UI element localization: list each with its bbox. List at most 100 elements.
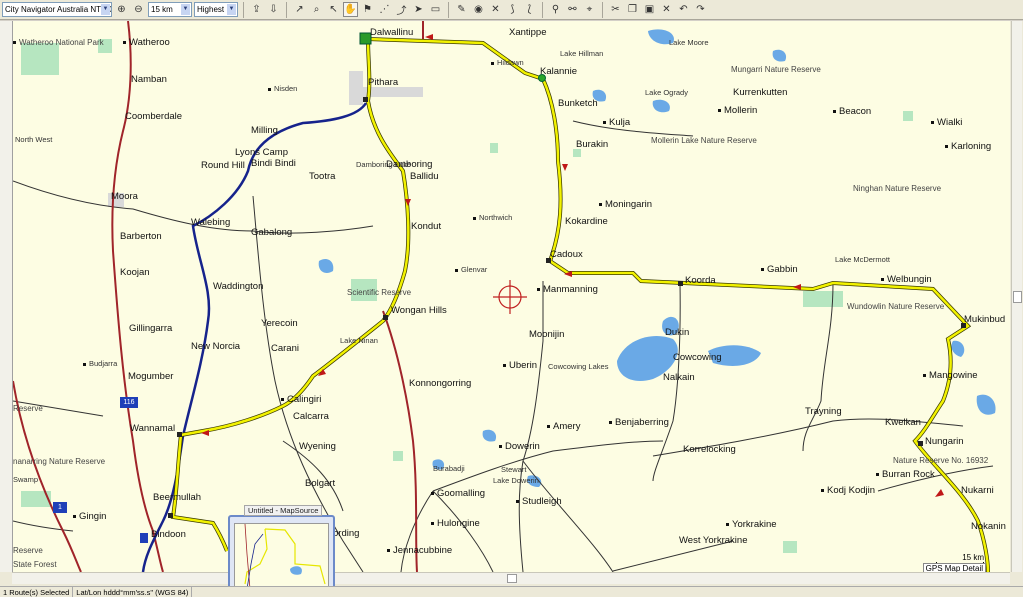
measure-tool-icon[interactable]: ▭ xyxy=(428,2,443,17)
place-label[interactable]: Watheroo National Park xyxy=(13,37,104,48)
place-label[interactable]: Kurrenkutten xyxy=(733,87,787,98)
place-label[interactable]: Lake Ogrady xyxy=(645,87,688,98)
place-label[interactable]: Moonijin xyxy=(529,329,564,340)
paste-icon[interactable]: ▣ xyxy=(642,2,657,17)
place-label[interactable]: Kodj Kodjin xyxy=(821,485,875,496)
place-label[interactable]: Benjaberring xyxy=(609,417,669,428)
place-label[interactable]: Beermullah xyxy=(153,492,201,503)
find-address-icon[interactable]: ⌖ xyxy=(582,2,597,17)
place-label[interactable]: Mollerin xyxy=(718,105,757,116)
place-label[interactable]: Gillingarra xyxy=(129,323,172,334)
place-label[interactable]: Wongan Hills xyxy=(391,305,447,316)
place-label[interactable]: Gabbin xyxy=(761,264,798,275)
place-label[interactable]: Manmanning xyxy=(537,284,598,295)
route-tool-icon[interactable]: ⋰ xyxy=(377,2,392,17)
place-label[interactable]: New Norcia xyxy=(191,341,240,352)
place-label[interactable]: Ballidu xyxy=(410,171,439,182)
vertical-scroll-thumb[interactable] xyxy=(1013,291,1022,303)
taskbar-thumbnail-preview[interactable]: Untitled - MapSource xyxy=(228,505,335,595)
place-label[interactable]: Milling xyxy=(251,125,278,136)
place-label[interactable]: Lyons Camp xyxy=(235,147,288,158)
place-label[interactable]: Gingin xyxy=(73,511,106,522)
place-label[interactable]: Nature Reserve No. 16932 xyxy=(893,455,988,466)
place-label[interactable]: Reserve xyxy=(13,403,43,414)
place-label[interactable]: Moora xyxy=(111,191,138,202)
place-label[interactable]: State Forest xyxy=(13,559,57,570)
place-label[interactable]: Tootra xyxy=(309,171,335,182)
place-label[interactable]: Stewart xyxy=(501,464,526,475)
place-label[interactable]: Konnongorring xyxy=(409,378,471,389)
place-label[interactable]: Reserve xyxy=(13,545,43,556)
place-label[interactable]: Mukinbud xyxy=(964,314,1005,325)
place-label[interactable]: Mangowine xyxy=(923,370,978,381)
place-label[interactable]: Lake Moore xyxy=(669,37,709,48)
waypoint-tool-icon[interactable]: ⚑ xyxy=(360,2,375,17)
zoom-out-icon[interactable]: ⊖ xyxy=(131,2,146,17)
detail-level-select[interactable]: Highest ▼ xyxy=(194,2,238,17)
place-label[interactable]: Barberton xyxy=(120,231,162,242)
place-label[interactable]: West Yorkrakine xyxy=(679,535,747,546)
place-label[interactable]: Calingiri xyxy=(281,394,321,405)
place-label[interactable]: Northwich xyxy=(473,212,512,223)
place-label[interactable]: Waddington xyxy=(213,281,263,292)
undo-icon[interactable]: ↶ xyxy=(676,2,691,17)
place-label[interactable]: Kondut xyxy=(411,221,441,232)
select-tool-icon[interactable]: ↖ xyxy=(326,2,341,17)
place-label[interactable]: Bindi Bindi xyxy=(251,158,296,169)
horizontal-scrollbar[interactable] xyxy=(12,572,1010,584)
place-label[interactable]: Kokardine xyxy=(565,216,608,227)
place-label[interactable]: Swamp xyxy=(13,474,38,485)
place-label[interactable]: Lake McDermott xyxy=(835,254,890,265)
place-label[interactable]: Nisden xyxy=(268,83,297,94)
place-label[interactable]: Hildawn xyxy=(491,57,524,68)
place-label[interactable]: Amery xyxy=(547,421,580,432)
place-label[interactable]: Jennacubbine xyxy=(387,545,452,556)
place-label[interactable]: Nalkain xyxy=(663,372,695,383)
place-label[interactable]: Mungarri Nature Reserve xyxy=(731,64,821,75)
place-label[interactable]: Carani xyxy=(271,343,299,354)
find-icon[interactable]: ⚲ xyxy=(548,2,563,17)
vertical-scrollbar[interactable] xyxy=(1011,21,1022,572)
place-label[interactable]: Mogumber xyxy=(128,371,173,382)
place-label[interactable]: Burakin xyxy=(576,139,608,150)
place-label[interactable]: Wundowlin Nature Reserve xyxy=(847,301,944,312)
place-label[interactable]: Kwelkan xyxy=(885,417,921,428)
receive-from-device-icon[interactable]: ⇩ xyxy=(266,2,281,17)
track-tool-icon[interactable]: ⤴ xyxy=(394,2,409,17)
place-label[interactable]: Scientific Reserve xyxy=(347,287,411,298)
place-label[interactable]: Glenvar xyxy=(455,264,487,275)
place-label[interactable]: Bunketch xyxy=(558,98,598,109)
place-label[interactable]: Burabadji xyxy=(433,463,465,474)
zoom-tool-icon[interactable]: ⌕ xyxy=(309,2,324,17)
place-label[interactable]: Cowcowing xyxy=(673,352,722,363)
place-label[interactable]: Yerecoin xyxy=(261,318,298,329)
place-label[interactable]: Hulongine xyxy=(431,518,480,529)
place-label[interactable]: Bolgart xyxy=(305,478,335,489)
place-label[interactable]: Dowerin xyxy=(499,441,540,452)
place-label[interactable]: Beacon xyxy=(833,106,871,117)
place-label[interactable]: Trayning xyxy=(805,406,842,417)
place-label[interactable]: Dukin xyxy=(665,327,689,338)
place-label[interactable]: Ninghan Nature Reserve xyxy=(853,183,941,194)
place-label[interactable]: North West xyxy=(15,134,52,145)
copy-icon[interactable]: ❐ xyxy=(625,2,640,17)
delete-icon[interactable]: ✕ xyxy=(659,2,674,17)
place-label[interactable]: Budjarra xyxy=(83,358,117,369)
place-label[interactable]: Goomalling xyxy=(431,488,485,499)
horizontal-scroll-thumb[interactable] xyxy=(507,574,517,583)
place-label[interactable]: Round Hill xyxy=(201,160,245,171)
find-nearest-icon[interactable]: ⚯ xyxy=(565,2,580,17)
place-label[interactable]: Welbungin xyxy=(881,274,932,285)
place-label[interactable]: Lake Ninan xyxy=(340,335,378,346)
place-label[interactable]: Nukarni xyxy=(961,485,994,496)
place-label[interactable]: Gabalong xyxy=(251,227,292,238)
waypoint-color-icon[interactable]: ◉ xyxy=(471,2,486,17)
map-tool-icon[interactable]: ↗ xyxy=(292,2,307,17)
place-label[interactable]: Wyening xyxy=(299,441,336,452)
zoom-scale-select[interactable]: 15 km ▼ xyxy=(148,2,192,17)
place-label[interactable]: Lake Dowerin xyxy=(493,475,539,486)
erase-tool-icon[interactable]: ✎ xyxy=(454,2,469,17)
place-label[interactable]: Korrelocking xyxy=(683,444,736,455)
place-label[interactable]: Nokanin xyxy=(971,521,1006,532)
place-label[interactable]: Cadoux xyxy=(550,249,583,260)
